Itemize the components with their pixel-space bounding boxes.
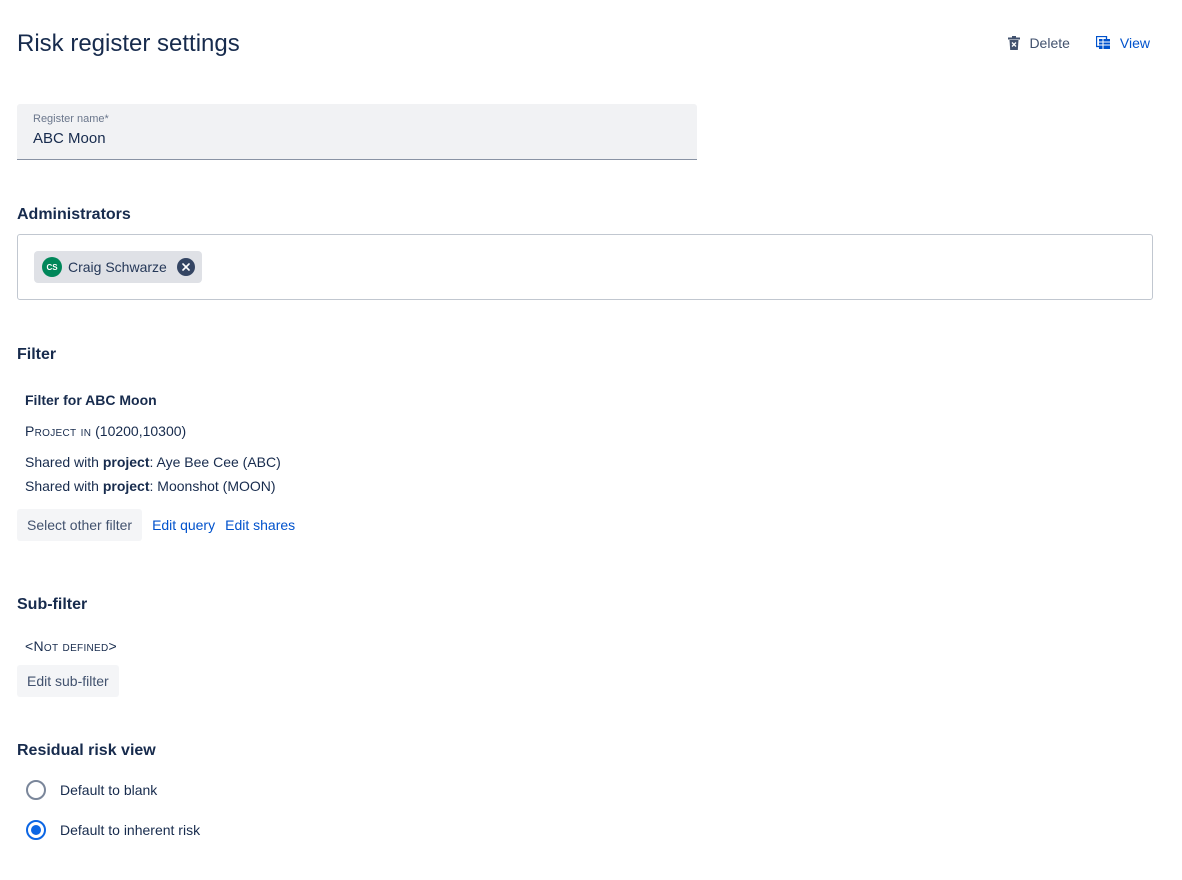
share-line: Shared with project: Moonshot (MOON) xyxy=(25,478,276,494)
subfilter-value: <Not defined> xyxy=(25,638,118,654)
filter-name: Filter for ABC Moon xyxy=(25,392,157,408)
select-other-filter-button[interactable]: Select other filter xyxy=(17,509,143,541)
radio-label: Default to inherent risk xyxy=(60,822,201,838)
user-chip-label: Craig Schwarze xyxy=(68,259,167,275)
register-name-field[interactable]: Register name* ABC Moon xyxy=(17,104,697,160)
page-title: Risk register settings xyxy=(17,30,240,57)
administrators-heading: Administrators xyxy=(17,206,131,223)
administrators-picker[interactable]: CS Craig Schwarze xyxy=(17,234,1153,300)
share-prefix: Shared with xyxy=(25,454,103,470)
header-actions: Delete View xyxy=(1008,35,1150,51)
view-label: View xyxy=(1119,35,1150,51)
delete-button[interactable]: Delete xyxy=(1008,35,1070,51)
query-keyword: Project in xyxy=(25,423,92,439)
register-name-label: Register name* xyxy=(33,113,109,125)
filter-details: Filter for ABC Moon Project in (10200,10… xyxy=(25,392,281,498)
table-view-icon xyxy=(1095,36,1111,50)
user-chip: CS Craig Schwarze xyxy=(34,251,202,283)
filter-heading: Filter xyxy=(17,346,57,363)
radio-label: Default to blank xyxy=(60,782,158,798)
trash-icon xyxy=(1008,36,1021,50)
share-target: Moonshot (MOON) xyxy=(157,478,276,494)
filter-query: Project in (10200,10300) xyxy=(25,423,281,439)
residual-risk-heading: Residual risk view xyxy=(17,742,156,759)
share-type: project xyxy=(102,478,150,494)
query-values: (10200,10300) xyxy=(95,423,187,439)
radio-default-blank[interactable]: Default to blank xyxy=(26,780,157,800)
filter-shares: Shared with project: Aye Bee Cee (ABC) S… xyxy=(25,450,281,498)
radio-default-inherent[interactable]: Default to inherent risk xyxy=(26,820,200,840)
delete-label: Delete xyxy=(1029,35,1070,51)
edit-subfilter-button[interactable]: Edit sub-filter xyxy=(17,665,119,697)
register-name-value[interactable]: ABC Moon xyxy=(33,130,681,147)
close-circle-icon[interactable] xyxy=(176,258,195,276)
share-line: Shared with project: Aye Bee Cee (ABC) xyxy=(25,454,281,470)
share-target: Aye Bee Cee (ABC) xyxy=(156,454,281,470)
share-prefix: Shared with xyxy=(25,478,103,494)
avatar: CS xyxy=(42,257,62,277)
radio-dot xyxy=(31,825,41,835)
radio-button[interactable] xyxy=(26,780,46,800)
filter-actions: Select other filter Edit query Edit shar… xyxy=(17,509,295,541)
risk-register-settings-page: Risk register settings Delete View Regis… xyxy=(0,0,1182,880)
share-type: project xyxy=(102,454,150,470)
subfilter-heading: Sub-filter xyxy=(17,596,88,613)
view-button[interactable]: View xyxy=(1095,35,1150,51)
radio-button[interactable] xyxy=(26,820,46,840)
edit-shares-link[interactable]: Edit shares xyxy=(225,517,295,533)
edit-query-link[interactable]: Edit query xyxy=(152,517,215,533)
